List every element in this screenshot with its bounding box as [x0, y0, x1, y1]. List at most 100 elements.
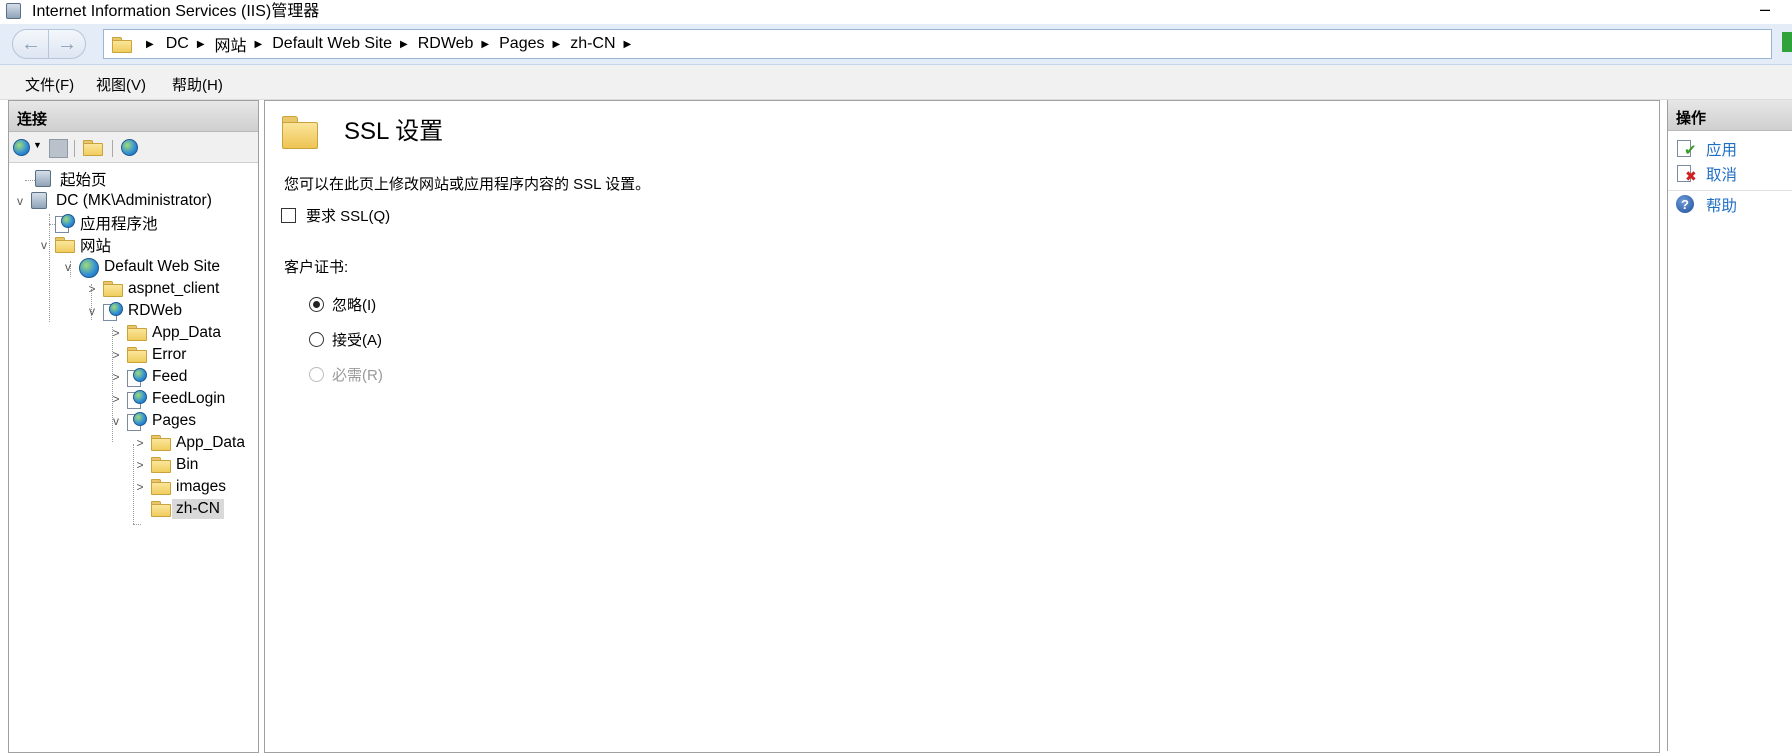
tree-expander-icon[interactable]: >	[133, 436, 147, 450]
tree-item-sites[interactable]: v 网站	[37, 233, 111, 257]
application-icon	[127, 412, 147, 431]
radio-button	[309, 367, 324, 382]
breadcrumb-separator-icon[interactable]: ▶	[400, 39, 408, 50]
breadcrumb-separator-icon[interactable]: ▶	[481, 39, 489, 50]
tree-expander-icon[interactable]: >	[109, 370, 123, 384]
tree-item-feedlogin[interactable]: > FeedLogin	[109, 387, 225, 411]
tree-item-label: aspnet_client	[128, 280, 220, 297]
application-icon	[127, 368, 147, 387]
tree-expander-icon[interactable]: v	[109, 414, 123, 428]
tree-item-label: App_Data	[176, 434, 245, 451]
page-description: 您可以在此页上修改网站或应用程序内容的 SSL 设置。	[284, 176, 651, 193]
folder-icon	[127, 324, 147, 342]
tree-expander-icon[interactable]: >	[109, 392, 123, 406]
tree-expander-icon[interactable]: v	[37, 238, 51, 252]
tree-expander-icon[interactable]: >	[109, 326, 123, 340]
connect-icon[interactable]	[13, 139, 30, 156]
tree-expander-icon[interactable]: >	[133, 480, 147, 494]
breadcrumb-separator-icon[interactable]: ▶	[624, 39, 632, 50]
breadcrumb-separator-icon[interactable]: ▶	[197, 39, 205, 50]
start-page-icon	[35, 170, 55, 188]
disconnect-icon[interactable]	[121, 139, 138, 156]
tree-item-error[interactable]: > Error	[109, 343, 186, 367]
tree-item-start-page[interactable]: 起始页	[17, 167, 107, 191]
globe-icon	[79, 258, 99, 278]
tree-item-label: Feed	[152, 368, 188, 385]
tree-item-label: images	[176, 478, 226, 495]
radio-button[interactable]	[309, 332, 324, 347]
breadcrumb-item[interactable]: DC ▶	[166, 35, 215, 53]
tree-item-label: Bin	[176, 456, 199, 473]
tree-item-label: RDWeb	[128, 302, 182, 319]
breadcrumb-item[interactable]: zh-CN ▶	[570, 35, 641, 53]
application-icon	[127, 390, 147, 409]
refresh-icon[interactable]	[1782, 32, 1792, 52]
breadcrumb-item[interactable]: Default Web Site ▶	[272, 35, 417, 53]
up-folder-icon[interactable]	[83, 139, 103, 157]
folder-icon	[151, 478, 171, 496]
title-bar: Internet Information Services (IIS)管理器 –	[0, 0, 1792, 24]
radio-ignore[interactable]: 忽略(I)	[309, 294, 376, 315]
tree-expander-icon[interactable]: v	[85, 304, 99, 318]
tree-item-bin[interactable]: > Bin	[133, 453, 198, 477]
forward-button[interactable]: →	[48, 29, 86, 59]
require-ssl-checkbox[interactable]: 要求 SSL(Q)	[281, 205, 390, 226]
tree-expander-icon[interactable]: v	[13, 194, 27, 208]
tree-item-label: FeedLogin	[152, 390, 226, 407]
breadcrumb-separator-icon[interactable]: ▶	[553, 39, 561, 50]
page-title: SSL 设置	[344, 118, 444, 145]
checkbox-box[interactable]	[281, 208, 296, 223]
menu-help[interactable]: 帮助(H)	[172, 74, 223, 95]
breadcrumb-item[interactable]: Pages ▶	[499, 35, 570, 53]
breadcrumb-item[interactable]: RDWeb ▶	[418, 35, 499, 53]
save-icon[interactable]	[49, 139, 68, 158]
tree-expander-icon[interactable]: v	[61, 260, 75, 274]
radio-button[interactable]	[309, 297, 324, 312]
tree-item-rdweb-app-data[interactable]: > App_Data	[109, 321, 221, 345]
tree-item-rdweb[interactable]: v RDWeb	[85, 299, 182, 323]
tree-expander-icon[interactable]: >	[85, 282, 99, 296]
tree-item-zh-cn[interactable]: zh-CN	[133, 497, 224, 521]
tree-item-label: Pages	[152, 412, 196, 429]
tree-item-label: DC (MK\Administrator)	[56, 192, 212, 209]
tree-item-images[interactable]: > images	[133, 475, 226, 499]
connections-header: 连接	[9, 101, 258, 132]
tree-expander-icon[interactable]: >	[133, 458, 147, 472]
radio-require-label: 必需(R)	[332, 367, 383, 384]
apply-icon: ✔	[1676, 139, 1697, 159]
tree-item-pages[interactable]: v Pages	[109, 409, 196, 433]
actions-header: 操作	[1668, 100, 1792, 131]
tree-item-default-web-site[interactable]: v Default Web Site	[61, 255, 220, 279]
tree-item-label: App_Data	[152, 324, 221, 341]
connections-toolbar: ▼	[9, 132, 258, 163]
menu-file[interactable]: 文件(F)	[25, 74, 74, 95]
sites-folder-icon	[55, 236, 75, 254]
menu-view[interactable]: 视图(V)	[96, 74, 146, 95]
tree-item-aspnet-client[interactable]: > aspnet_client	[85, 277, 219, 301]
tree-item-feed[interactable]: > Feed	[109, 365, 187, 389]
tree-expander-icon[interactable]: >	[109, 348, 123, 362]
breadcrumb-item[interactable]: 网站 ▶	[215, 32, 273, 56]
tree-item-app-pools[interactable]: 应用程序池	[37, 211, 158, 235]
iis-app-icon	[6, 3, 22, 19]
help-action[interactable]: ? 帮助	[1676, 194, 1737, 216]
folder-icon	[151, 500, 171, 518]
help-icon: ?	[1676, 195, 1696, 215]
dropdown-arrow-icon[interactable]: ▼	[33, 140, 42, 150]
tree-item-pages-app-data[interactable]: > App_Data	[133, 431, 245, 455]
apply-action[interactable]: ✔ 应用	[1676, 138, 1737, 160]
tree-item-label: 网站	[80, 238, 112, 255]
minimize-button[interactable]: –	[1760, 0, 1770, 18]
breadcrumb-separator-icon[interactable]: ▶	[146, 39, 154, 50]
folder-icon	[282, 116, 318, 149]
folder-icon	[127, 346, 147, 364]
tree-item-label: 应用程序池	[80, 216, 158, 233]
window-title: Internet Information Services (IIS)管理器	[32, 3, 320, 20]
actions-panel: 操作 ✔ 应用 ✖ 取消 ? 帮助	[1667, 100, 1792, 751]
cancel-action[interactable]: ✖ 取消	[1676, 163, 1737, 185]
back-button[interactable]: ←	[12, 29, 50, 59]
breadcrumb-separator-icon[interactable]: ▶	[255, 39, 263, 50]
radio-accept[interactable]: 接受(A)	[309, 329, 382, 350]
breadcrumb[interactable]: ▶ DC ▶ 网站 ▶ Default Web Site ▶ RDWeb ▶ Pages…	[103, 29, 1772, 59]
tree-item-server[interactable]: v DC (MK\Administrator)	[13, 189, 212, 213]
